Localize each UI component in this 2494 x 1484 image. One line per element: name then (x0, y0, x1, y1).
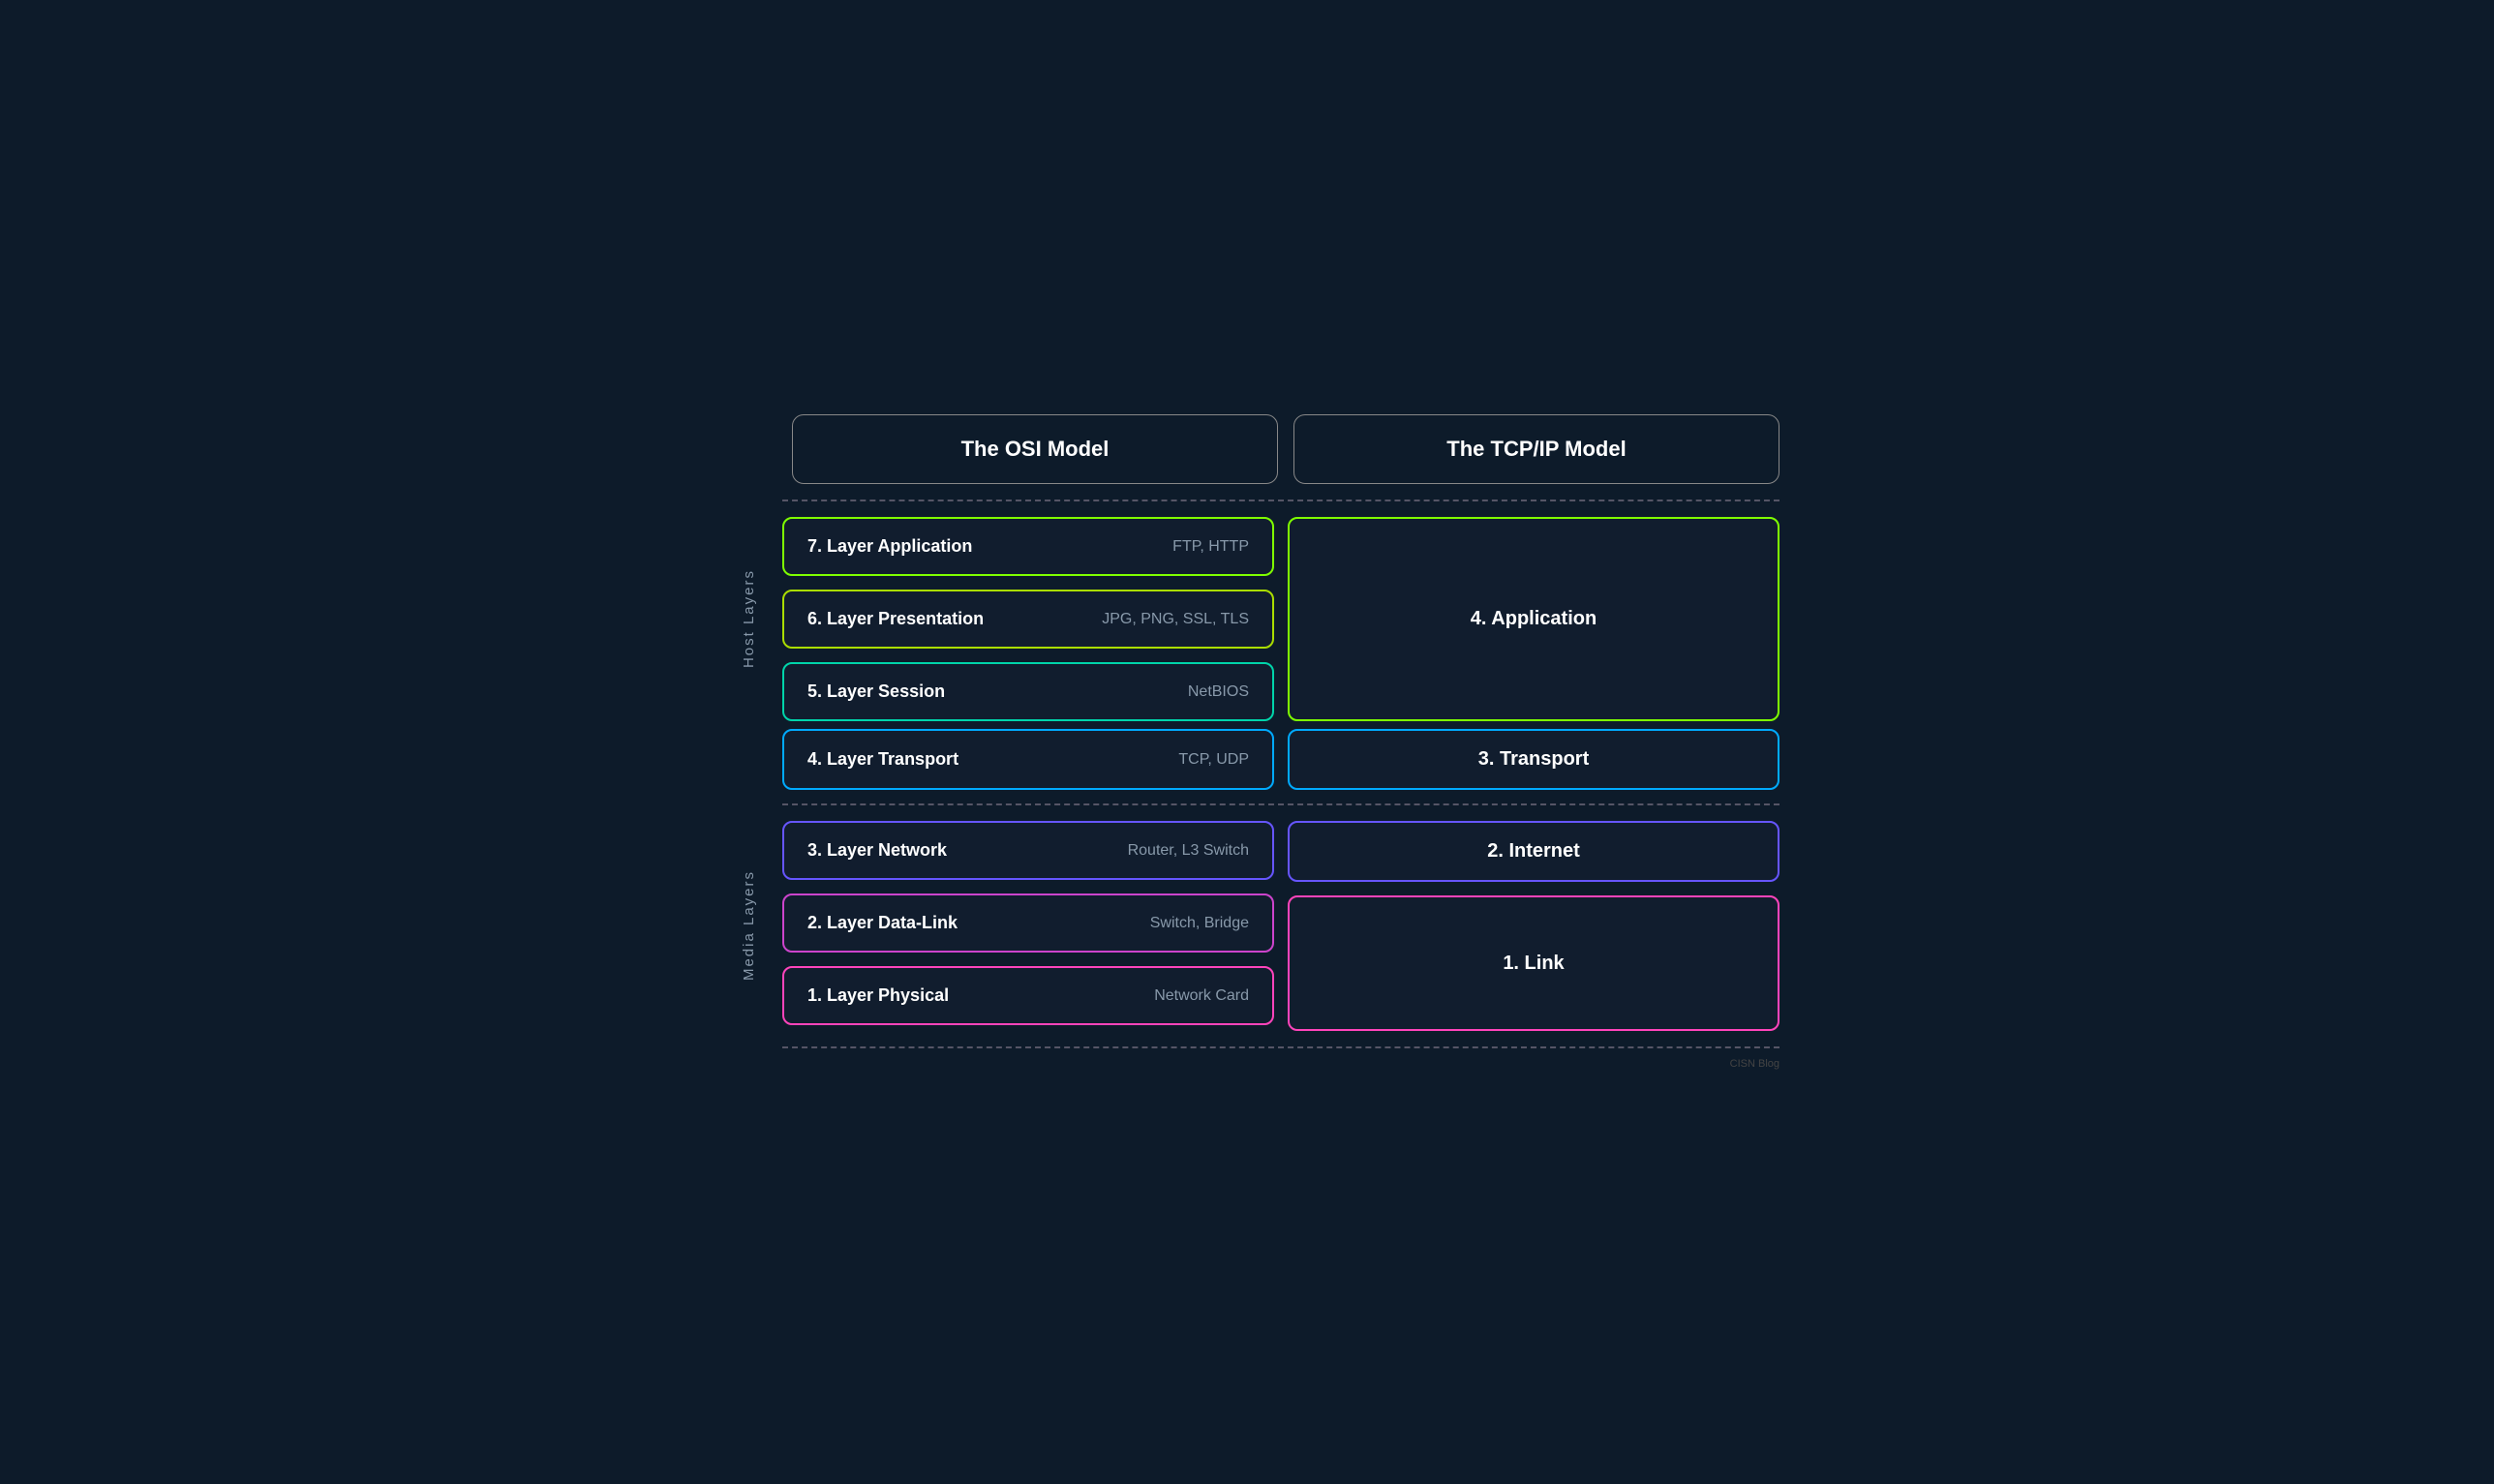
tcp3-name: 3. Transport (1478, 748, 1589, 771)
osi-host-col: 7. Layer Application FTP, HTTP 6. Layer … (782, 517, 1274, 721)
layer4-protocol: TCP, UDP (1178, 751, 1249, 769)
tcp4-box: 4. Application (1288, 517, 1779, 721)
tcp2-box: 2. Internet (1288, 821, 1779, 882)
layer6-name: 6. Layer Presentation (807, 609, 1102, 629)
host-label: Host Layers (741, 569, 757, 668)
media-label-col: Media Layers (715, 813, 782, 1039)
layer7-protocol: FTP, HTTP (1172, 538, 1249, 556)
layer5-protocol: NetBIOS (1188, 683, 1249, 701)
layer3-protocol: Router, L3 Switch (1128, 842, 1249, 860)
layer4-name: 4. Layer Transport (807, 749, 1178, 770)
bottom-divider (782, 1046, 1779, 1048)
layer1-protocol: Network Card (1154, 987, 1249, 1005)
tcp2-name: 2. Internet (1487, 840, 1580, 863)
transport-grid: 4. Layer Transport TCP, UDP 3. Transport (782, 729, 1779, 790)
header-row: The OSI Model The TCP/IP Model (792, 414, 1779, 484)
tcp4-name: 4. Application (1471, 608, 1597, 630)
mid-divider (782, 803, 1779, 805)
osi-title: The OSI Model (814, 437, 1256, 462)
tcp1-box: 1. Link (1288, 895, 1779, 1031)
top-divider (782, 500, 1779, 501)
layer6-box: 6. Layer Presentation JPG, PNG, SSL, TLS (782, 590, 1274, 649)
tcp-header: The TCP/IP Model (1293, 414, 1779, 484)
host-layers-grid: 7. Layer Application FTP, HTTP 6. Layer … (782, 509, 1779, 729)
tcp-media-col: 2. Internet 1. Link (1288, 821, 1779, 1031)
tcp3-box: 3. Transport (1288, 729, 1779, 790)
osi-media-col: 3. Layer Network Router, L3 Switch 2. La… (782, 821, 1274, 1031)
layer1-name: 1. Layer Physical (807, 985, 1154, 1006)
host-label-col: Host Layers (715, 509, 782, 729)
media-section: Media Layers 3. Layer Network Router, L3… (715, 813, 1779, 1039)
layer7-box: 7. Layer Application FTP, HTTP (782, 517, 1274, 576)
layer1-box: 1. Layer Physical Network Card (782, 966, 1274, 1025)
layer5-box: 5. Layer Session NetBIOS (782, 662, 1274, 721)
media-layers-grid: 3. Layer Network Router, L3 Switch 2. La… (782, 813, 1779, 1039)
layer7-name: 7. Layer Application (807, 536, 1172, 557)
layer6-protocol: JPG, PNG, SSL, TLS (1102, 611, 1249, 628)
layer5-name: 5. Layer Session (807, 681, 1188, 702)
media-label: Media Layers (741, 870, 757, 981)
layer2-name: 2. Layer Data-Link (807, 913, 1150, 933)
host-section: Host Layers 7. Layer Application FTP, HT… (715, 509, 1779, 729)
transport-row: 4. Layer Transport TCP, UDP 3. Transport (782, 729, 1779, 790)
layer2-box: 2. Layer Data-Link Switch, Bridge (782, 893, 1274, 953)
tcp-host-col: 4. Application (1288, 517, 1779, 721)
tcp-title: The TCP/IP Model (1316, 437, 1757, 462)
osi-header: The OSI Model (792, 414, 1278, 484)
layer3-name: 3. Layer Network (807, 840, 1128, 861)
layer4-box: 4. Layer Transport TCP, UDP (782, 729, 1274, 790)
layer2-protocol: Switch, Bridge (1150, 915, 1249, 932)
tcp1-name: 1. Link (1503, 953, 1564, 975)
layer3-box: 3. Layer Network Router, L3 Switch (782, 821, 1274, 880)
diagram-container: The OSI Model The TCP/IP Model Host Laye… (715, 414, 1779, 1070)
watermark: CISN Blog (792, 1058, 1779, 1070)
